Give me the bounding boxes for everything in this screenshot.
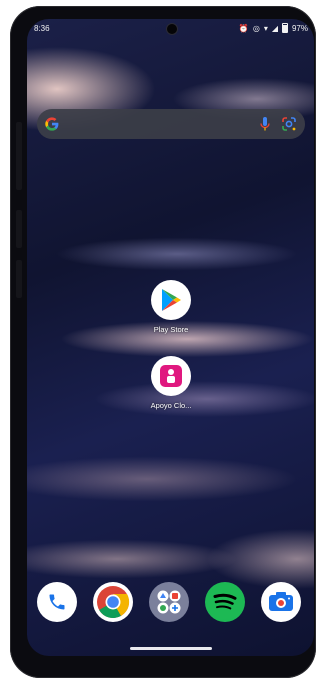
status-icons: ⏰ ◎ ▾ ◢ 97% bbox=[239, 23, 308, 33]
volume-down-button bbox=[16, 210, 22, 248]
app-apoyo[interactable]: Apoyo Clo... bbox=[131, 356, 211, 410]
google-g-icon bbox=[45, 117, 59, 131]
google-lens-icon[interactable] bbox=[280, 115, 298, 133]
data-saver-icon: ◎ bbox=[252, 23, 260, 33]
chrome-icon[interactable] bbox=[93, 582, 133, 622]
alarm-icon: ⏰ bbox=[238, 23, 249, 33]
dock bbox=[27, 582, 314, 626]
app-folder-icon[interactable] bbox=[149, 582, 189, 622]
google-search-bar[interactable] bbox=[37, 109, 305, 139]
app-play-store[interactable]: Play Store bbox=[131, 280, 211, 334]
app-label: Apoyo Clo... bbox=[150, 401, 192, 410]
power-button bbox=[16, 260, 22, 298]
phone-icon[interactable] bbox=[37, 582, 77, 622]
battery-icon bbox=[281, 23, 288, 33]
mic-icon[interactable] bbox=[258, 116, 272, 132]
status-time: 8:36 bbox=[34, 24, 50, 33]
battery-percent: 97% bbox=[291, 23, 308, 33]
spotify-icon[interactable] bbox=[205, 582, 245, 622]
front-camera bbox=[166, 23, 178, 35]
home-screen: 8:36 ⏰ ◎ ▾ ◢ 97% Play Store Apoyo Clo... bbox=[27, 19, 314, 656]
gesture-home-bar[interactable] bbox=[130, 647, 212, 650]
signal-icon: ◢ bbox=[271, 23, 278, 33]
wifi-icon: ▾ bbox=[263, 23, 268, 33]
app-label: Play Store bbox=[153, 325, 189, 334]
camera-icon[interactable] bbox=[261, 582, 301, 622]
play-store-icon bbox=[151, 280, 191, 320]
volume-up-button bbox=[16, 122, 22, 190]
apoyo-app-icon bbox=[151, 356, 191, 396]
